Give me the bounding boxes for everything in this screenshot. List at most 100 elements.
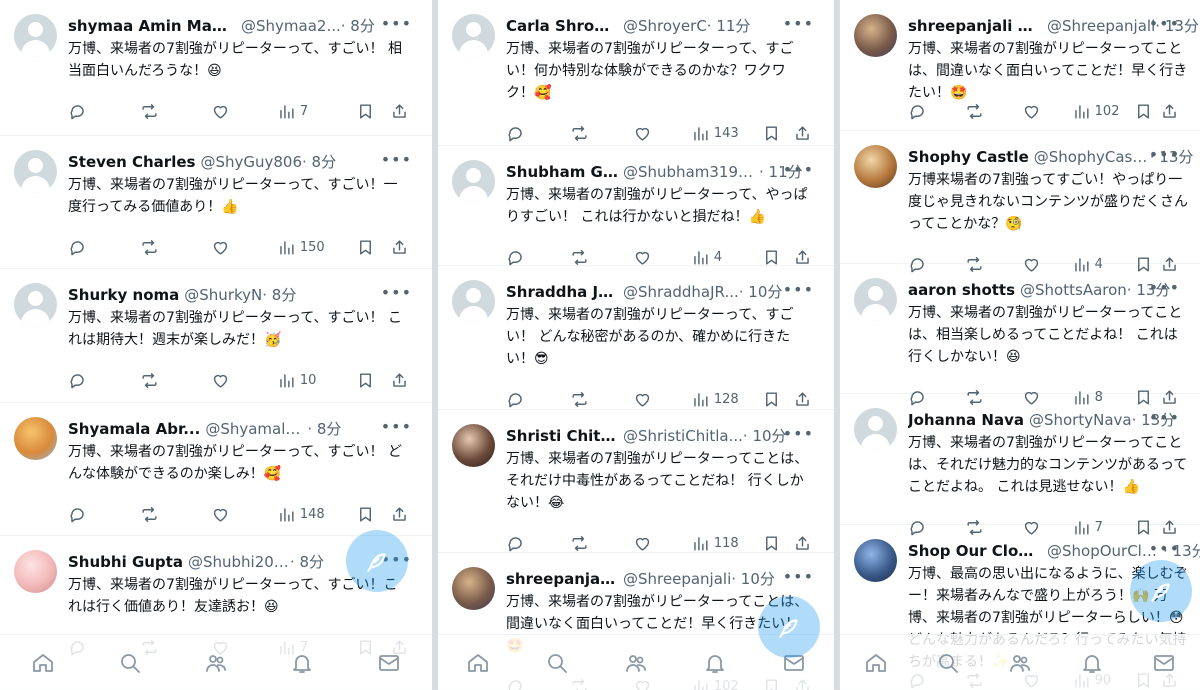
views-count[interactable]: 143 — [691, 122, 762, 144]
bookmark-button[interactable] — [356, 369, 390, 391]
tweet[interactable]: aaron shotts @ShottsAaron · 13分 ••• 万博、来場者の7… — [840, 264, 1200, 405]
share-button[interactable] — [390, 503, 414, 525]
timestamp[interactable]: · 10分 — [743, 425, 787, 447]
timestamp[interactable]: · 8分 — [341, 15, 375, 37]
share-button[interactable] — [793, 246, 816, 268]
tweet[interactable]: Carla Shroyer @ShroyerC · 11分 ••• 万博、来場者の7割強… — [438, 0, 834, 146]
like-button[interactable] — [211, 236, 277, 258]
retweet-button[interactable] — [570, 122, 634, 144]
display-name[interactable]: Steven Charles — [68, 151, 195, 173]
user-handle[interactable]: @ShopOurClos... — [1047, 540, 1163, 562]
more-options-icon[interactable]: ••• — [381, 14, 412, 33]
retweet-button[interactable] — [965, 100, 1022, 122]
user-handle[interactable]: @ShottsAaron — [1020, 279, 1127, 301]
views-count[interactable]: 10 — [277, 369, 357, 391]
more-options-icon[interactable]: ••• — [381, 283, 412, 302]
views-count[interactable]: 7 — [277, 100, 357, 122]
search-icon[interactable] — [936, 651, 960, 675]
avatar[interactable] — [14, 283, 57, 326]
retweet-button[interactable] — [140, 369, 212, 391]
home-icon[interactable] — [466, 651, 490, 675]
retweet-button[interactable] — [570, 388, 634, 410]
display-name[interactable]: Carla Shroyer — [506, 15, 618, 37]
search-icon[interactable] — [118, 651, 142, 675]
retweet-button[interactable] — [570, 246, 634, 268]
views-count[interactable]: 148 — [277, 503, 357, 525]
share-button[interactable] — [793, 122, 816, 144]
share-button[interactable] — [793, 532, 816, 554]
avatar[interactable] — [854, 145, 897, 188]
views-count[interactable]: 102 — [1072, 100, 1135, 122]
reply-button[interactable] — [68, 100, 140, 122]
bookmark-button[interactable] — [762, 246, 793, 268]
more-options-icon[interactable]: ••• — [783, 280, 814, 299]
reply-button[interactable] — [506, 122, 570, 144]
avatar[interactable] — [854, 278, 897, 321]
avatar[interactable] — [14, 417, 57, 460]
user-handle[interactable]: @ShurkyN — [184, 284, 262, 306]
notifications-icon[interactable] — [1080, 651, 1104, 675]
compose-post-button[interactable] — [758, 596, 820, 658]
bookmark-button[interactable] — [356, 236, 390, 258]
display-name[interactable]: shreepanjali mod — [908, 15, 1042, 37]
display-name[interactable]: Shraddha J. R... — [506, 281, 618, 303]
messages-icon[interactable] — [1152, 651, 1176, 675]
user-handle[interactable]: @Shreepanjali — [623, 568, 731, 590]
display-name[interactable]: shreepanjali mod — [506, 568, 618, 590]
home-icon[interactable] — [31, 651, 55, 675]
views-count[interactable]: 118 — [691, 532, 762, 554]
avatar[interactable] — [854, 14, 897, 57]
tweet[interactable]: Johanna Nava @ShortyNava · 13分 ••• 万博、来場者の7割… — [840, 394, 1200, 535]
notifications-icon[interactable] — [703, 651, 727, 675]
like-button[interactable] — [633, 246, 691, 268]
avatar[interactable] — [14, 550, 57, 593]
display-name[interactable]: Shophy Castle — [908, 146, 1029, 168]
like-button[interactable] — [211, 503, 277, 525]
like-button[interactable] — [633, 532, 691, 554]
display-name[interactable]: Johanna Nava — [908, 409, 1024, 431]
user-handle[interactable]: @ShristiChitla... — [623, 425, 743, 447]
user-handle[interactable]: @ShyGuy806 — [200, 151, 302, 173]
timestamp[interactable]: · 8分 — [307, 418, 341, 440]
avatar[interactable] — [452, 14, 495, 57]
retweet-button[interactable] — [140, 100, 212, 122]
bookmark-button[interactable] — [762, 388, 793, 410]
messages-icon[interactable] — [377, 651, 401, 675]
more-options-icon[interactable]: ••• — [381, 150, 412, 169]
display-name[interactable]: aaron shotts — [908, 279, 1015, 301]
tweet[interactable]: Shristi Chitlan...@ShristiChitla...· 10分… — [438, 410, 834, 553]
like-button[interactable] — [1022, 100, 1072, 122]
user-handle[interactable]: @ShyamalaAbr... — [205, 418, 307, 440]
reply-button[interactable] — [68, 369, 140, 391]
tweet[interactable]: Shubham G... @Shubham31939... · 11分 ••• 万博、来… — [438, 146, 834, 266]
communities-icon[interactable] — [204, 651, 228, 675]
user-handle[interactable]: @ShophyCastle — [1034, 146, 1150, 168]
more-options-icon[interactable]: ••• — [381, 417, 412, 436]
display-name[interactable]: Shurky noma — [68, 284, 179, 306]
avatar[interactable] — [14, 150, 57, 193]
tweet[interactable]: Shraddha J. R...@ShraddhaJR...· 10分••• 万博… — [438, 266, 834, 410]
reply-button[interactable] — [506, 532, 570, 554]
display-name[interactable]: Shyamala Abr... — [68, 418, 200, 440]
avatar[interactable] — [854, 539, 897, 582]
bookmark-button[interactable] — [1134, 100, 1160, 122]
like-button[interactable] — [211, 369, 277, 391]
retweet-button[interactable] — [140, 503, 212, 525]
avatar[interactable] — [452, 160, 495, 203]
bookmark-button[interactable] — [356, 100, 390, 122]
share-button[interactable] — [390, 369, 414, 391]
tweet[interactable]: shymaa Amin Mah... @Shymaa2... · 8分 ••• 万博、来… — [0, 0, 432, 136]
avatar[interactable] — [452, 567, 495, 610]
avatar[interactable] — [14, 14, 57, 57]
views-count[interactable]: 150 — [277, 236, 357, 258]
user-handle[interactable]: @ShraddhaJR... — [623, 281, 739, 303]
display-name[interactable]: Shubham G... — [506, 161, 618, 183]
tweet[interactable]: Shophy Castle @ShophyCastle · 13分 ••• 万博来場者の… — [840, 131, 1200, 272]
avatar[interactable] — [452, 424, 495, 467]
share-button[interactable] — [390, 100, 414, 122]
display-name[interactable]: Shristi Chitlan... — [506, 425, 618, 447]
retweet-button[interactable] — [570, 532, 634, 554]
search-icon[interactable] — [545, 651, 569, 675]
more-options-icon[interactable]: ••• — [1149, 539, 1180, 558]
user-handle[interactable]: @Shreepanjali — [1047, 15, 1155, 37]
